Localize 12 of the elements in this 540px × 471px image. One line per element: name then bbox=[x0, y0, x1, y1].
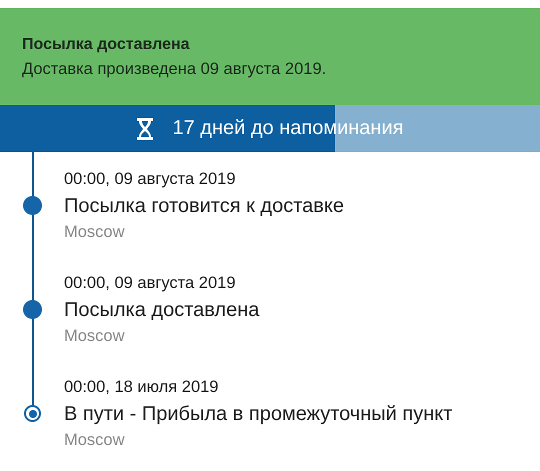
banner-title: Посылка доставлена bbox=[22, 36, 191, 54]
event-place: Moscow bbox=[64, 326, 126, 346]
event-place: Moscow bbox=[64, 430, 126, 450]
event-status: Посылка готовится к доставке bbox=[64, 194, 344, 218]
event-place: Moscow bbox=[64, 222, 126, 242]
event-status: В пути - Прибыла в промежуточный пункт bbox=[64, 402, 452, 426]
event-time: 00:00, 09 августа 2019 bbox=[64, 273, 237, 293]
event-time: 00:00, 09 августа 2019 bbox=[64, 169, 237, 189]
event-status: Посылка доставлена bbox=[64, 298, 260, 322]
event-time: 00:00, 18 июля 2019 bbox=[64, 377, 220, 397]
banner-text: Доставка произведена 09 августа 2019. bbox=[22, 60, 328, 79]
hourglass-icon bbox=[136, 118, 152, 140]
